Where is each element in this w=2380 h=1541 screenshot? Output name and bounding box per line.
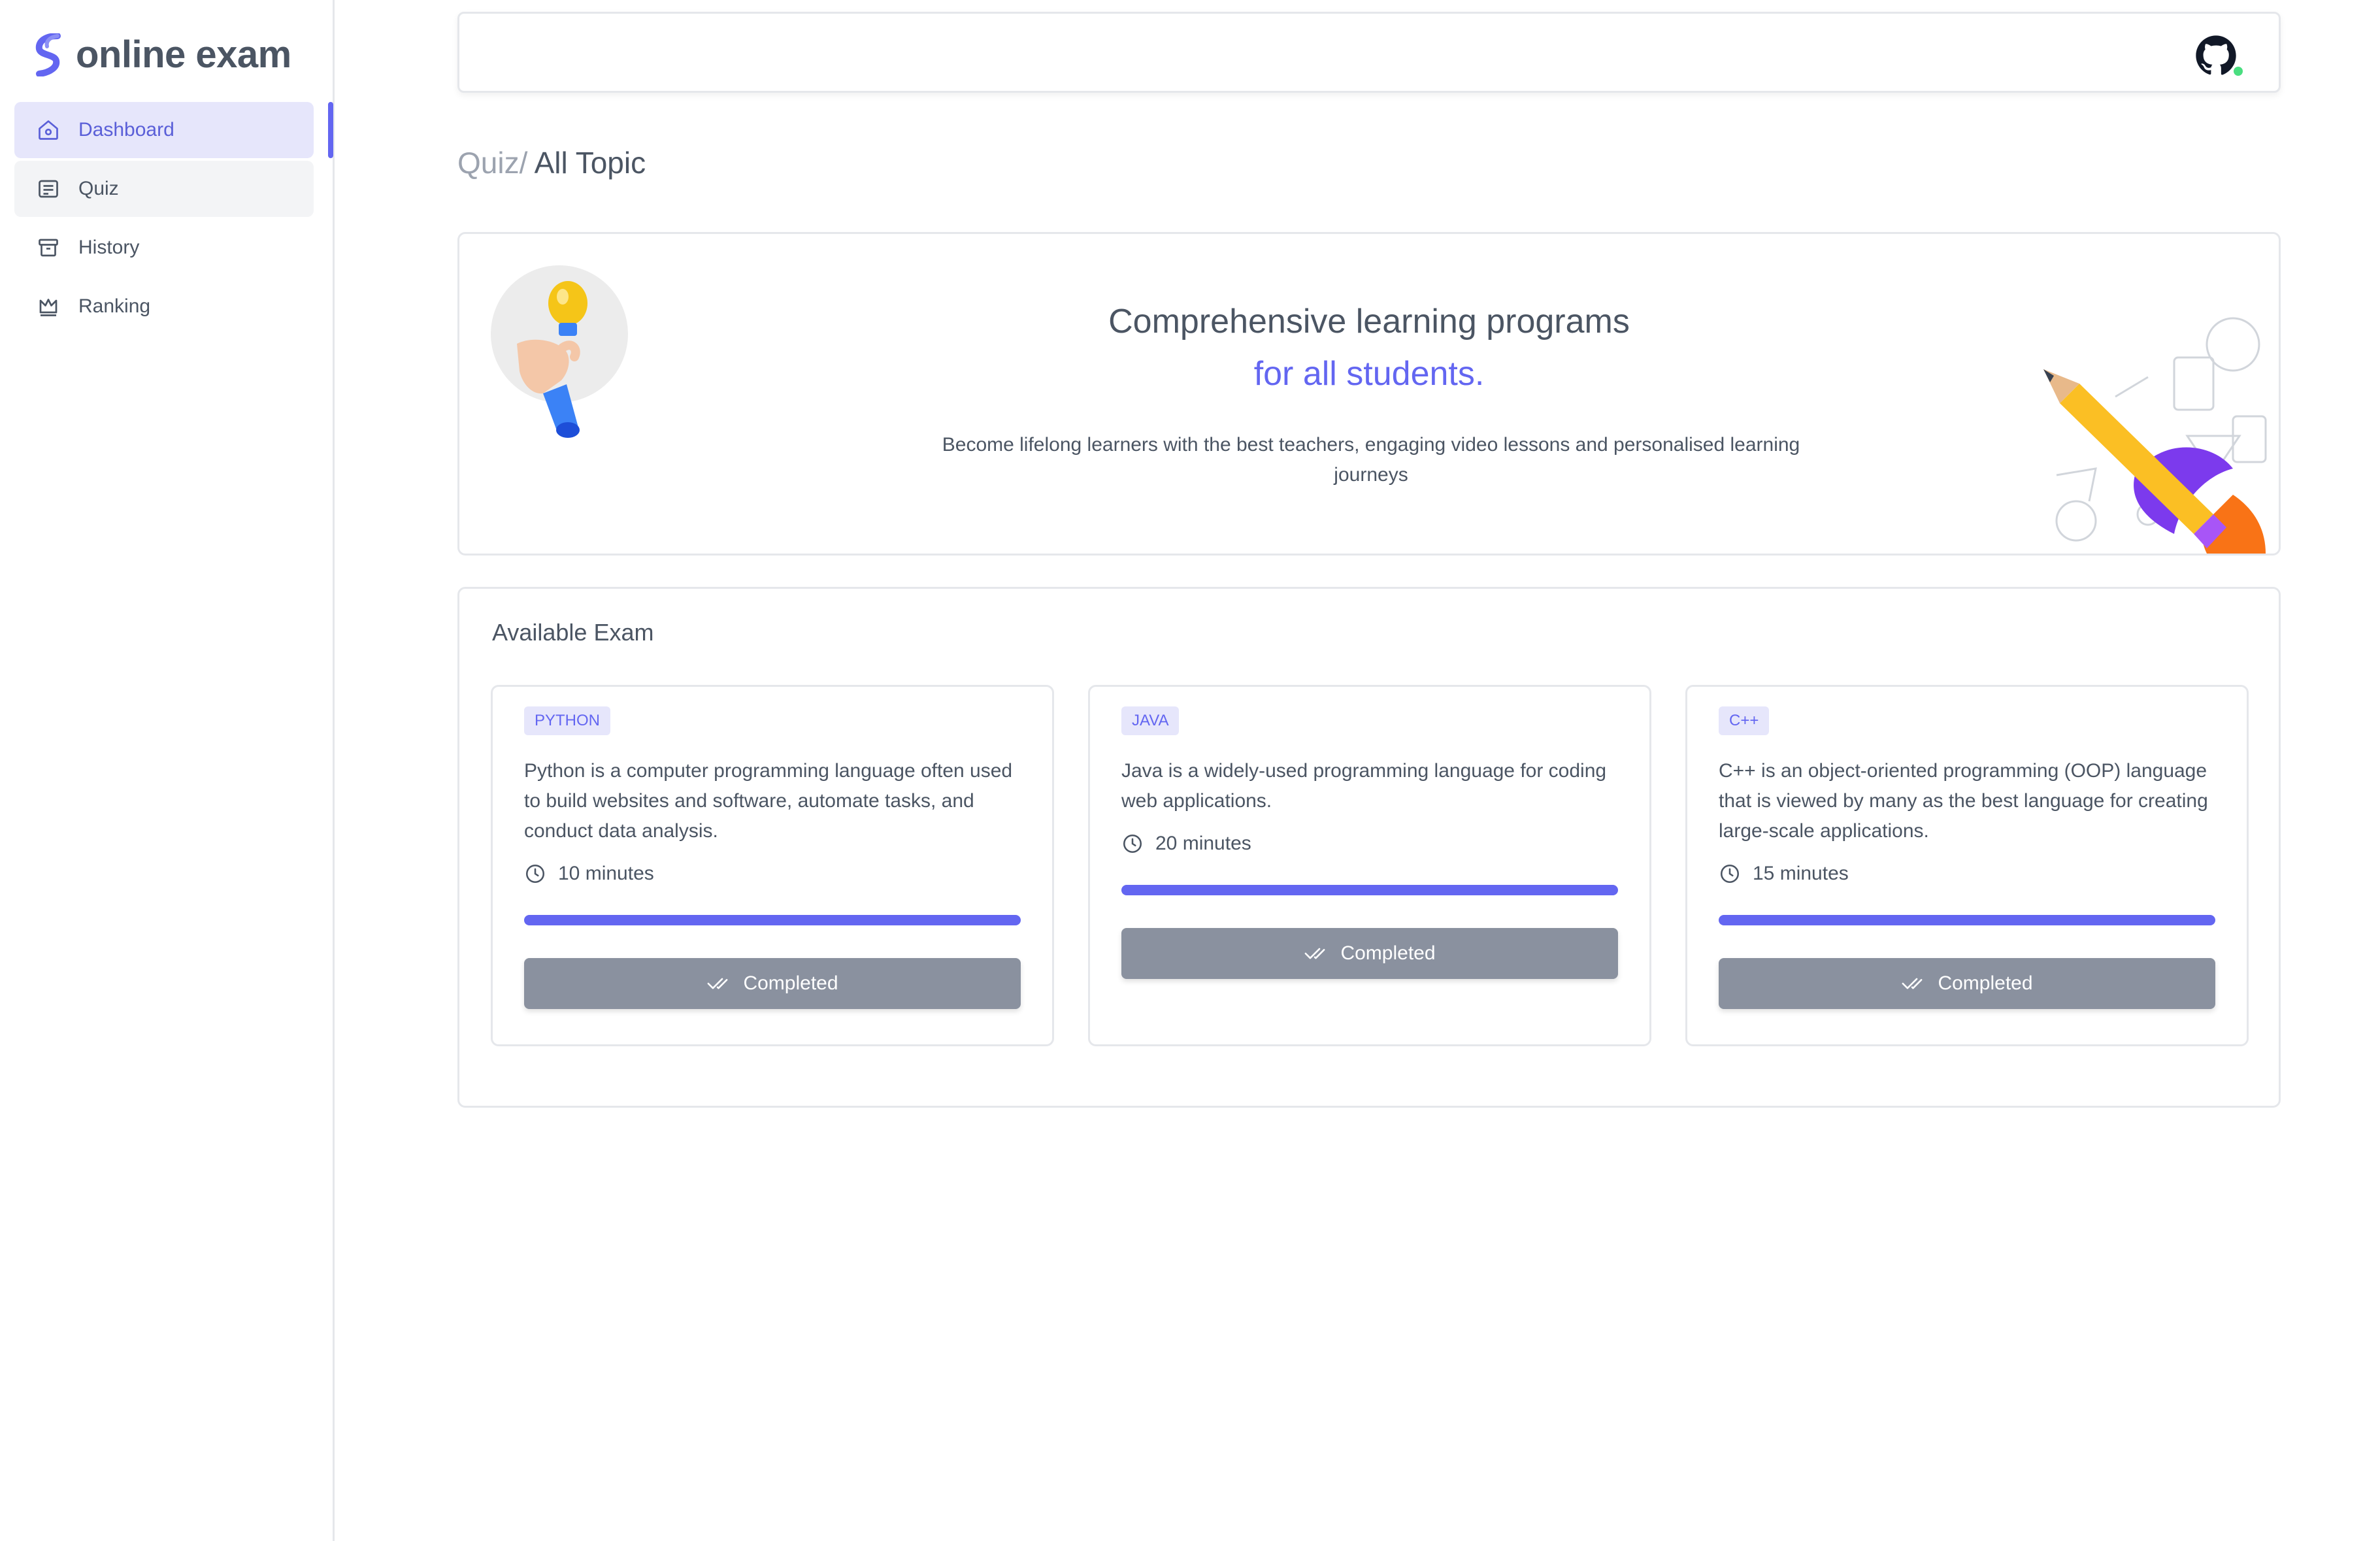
clock-icon [1720, 864, 1740, 884]
sidebar-item-label: History [78, 237, 140, 258]
sidebar-item-label: Ranking [78, 295, 151, 317]
sidebar-item-dashboard[interactable]: Dashboard [14, 102, 314, 158]
clock-icon [1123, 834, 1142, 853]
hero-banner: Comprehensive learning programs for all … [457, 232, 2281, 555]
github-icon[interactable] [2195, 35, 2237, 76]
double-check-icon [1902, 978, 1923, 989]
double-check-icon [1305, 948, 1325, 959]
exam-card-java: JAVA Java is a widely-used programming l… [1088, 685, 1651, 1046]
exam-description: Java is a widely-used programming langua… [1121, 760, 1607, 812]
sidebar-nav: Dashboard Quiz History Ranking [14, 102, 314, 337]
breadcrumb-parent[interactable]: Quiz/ [457, 146, 527, 180]
crown-icon [39, 299, 58, 316]
hero-subtitle: for all students. [1253, 355, 1485, 393]
breadcrumb-current: All Topic [534, 146, 646, 180]
list-icon [39, 180, 58, 198]
home-icon [39, 120, 58, 140]
available-exams-title: Available Exam [492, 619, 654, 646]
completed-button-label: Completed [1938, 972, 2033, 994]
double-check-icon [708, 978, 728, 989]
completed-button[interactable]: Completed [524, 958, 1021, 1009]
online-status-dot [2232, 65, 2245, 78]
exam-tag: C++ [1719, 706, 1770, 735]
pencil-rocket-illustration [2043, 317, 2267, 554]
brand-name: online exam [76, 33, 291, 76]
archive-icon [39, 239, 58, 257]
completed-button[interactable]: Completed [1719, 958, 2215, 1009]
exam-progress-bar [1719, 915, 2215, 925]
sidebar-item-label: Dashboard [78, 119, 174, 141]
sidebar-item-history[interactable]: History [14, 220, 314, 276]
exam-duration: 15 minutes [1719, 863, 1849, 885]
sidebar-item-label: Quiz [78, 178, 119, 199]
exam-card-python: PYTHON Python is a computer programming … [491, 685, 1054, 1046]
brand-logo-icon [35, 33, 61, 76]
exam-tag: PYTHON [524, 706, 611, 735]
clock-icon [525, 864, 545, 884]
exam-progress-bar [524, 915, 1021, 925]
sidebar-item-ranking[interactable]: Ranking [14, 278, 314, 335]
exam-description: Python is a computer programming languag… [524, 760, 1013, 842]
hero-description: Become lifelong learners with the best t… [942, 434, 1800, 486]
exam-duration-text: 15 minutes [1753, 863, 1849, 884]
completed-button[interactable]: Completed [1121, 928, 1618, 979]
brand[interactable]: online exam [34, 33, 291, 76]
exam-description: C++ is an object-oriented programming (O… [1719, 760, 2208, 842]
exam-duration-text: 20 minutes [1155, 833, 1251, 854]
completed-button-label: Completed [743, 972, 838, 994]
sidebar: online exam Dashboard Quiz History Ranki… [0, 0, 335, 1541]
exam-card-cpp: C++ C++ is an object-oriented programmin… [1685, 685, 2249, 1046]
sidebar-item-quiz[interactable]: Quiz [14, 161, 314, 217]
hero-title: Comprehensive learning programs [1108, 303, 1630, 340]
available-exams-panel: Available Exam PYTHON Python is a comput… [457, 587, 2281, 1108]
topbar [457, 12, 2281, 93]
exam-duration: 10 minutes [524, 863, 654, 885]
exam-progress-bar [1121, 885, 1618, 895]
completed-button-label: Completed [1340, 942, 1436, 964]
exam-duration: 20 minutes [1121, 833, 1251, 855]
breadcrumb: Quiz/ All Topic [457, 145, 646, 180]
exam-duration-text: 10 minutes [558, 863, 654, 884]
exam-tag: JAVA [1121, 706, 1180, 735]
active-indicator [328, 102, 333, 158]
